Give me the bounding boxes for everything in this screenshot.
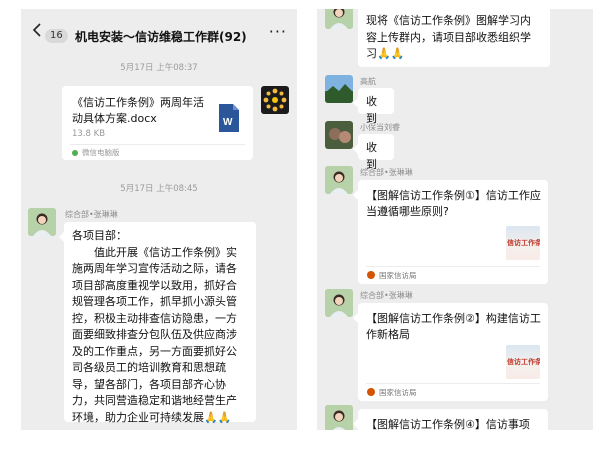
message-line: 司各级员工的培训教育和思想疏 xyxy=(72,361,226,374)
link-card[interactable]: 【图解信访工作条例②】构建信访工作新格局 信访工作条 国家信访局 xyxy=(353,303,548,401)
message-line: 规管理各项工作，抓早抓小源头管 xyxy=(72,295,237,308)
link-card[interactable]: 【图解信访工作条例④】信访事项 xyxy=(353,409,548,430)
message-bubble[interactable]: 各项目部： 值此开展《信访工作条例》实 施两周年学习宣传活动之际，请各 项目部高… xyxy=(59,222,256,424)
message-line: 现将《信访工作条例》图解学习内 xyxy=(366,14,531,27)
sender-name: 综合部•张琳琳 xyxy=(360,291,413,300)
message-line: 项目部高度重视学以致用，抓好合 xyxy=(72,278,237,292)
sender-name: 小保当刘睿 xyxy=(360,123,400,132)
word-file-icon: W xyxy=(219,104,239,132)
link-title: 【图解信访工作条例①】信访工作应当遵循哪些原则? xyxy=(366,189,541,218)
user-avatar-icon[interactable] xyxy=(325,166,353,194)
link-source: 国家信访局 xyxy=(379,271,417,280)
chat-panel-left: 16 机电安装～信访维稳工作群(92) ··· 5月17日 上午08:37 《信… xyxy=(21,9,297,430)
chat-title: 机电安装～信访维稳工作群(92) xyxy=(75,30,247,44)
divider xyxy=(366,383,540,384)
file-name: 《信访工作条例》两周年活动具体方案.docx xyxy=(72,96,204,125)
sender-name: 综合部•张琳琳 xyxy=(65,210,118,219)
group-avatar-icon[interactable] xyxy=(261,86,289,114)
message-line: 习🙏🙏 xyxy=(366,47,405,60)
user-avatar-icon[interactable] xyxy=(325,75,353,103)
message-line: 控，积极主动排查信访隐患，一方 xyxy=(72,311,237,325)
message-line: 值此开展《信访工作条例》实 xyxy=(72,245,237,259)
message-bubble[interactable]: 收到 xyxy=(353,88,394,125)
sender-name: 高航 xyxy=(360,77,376,86)
link-title: 【图解信访工作条例④】信访事项 xyxy=(366,418,530,430)
link-card[interactable]: 【图解信访工作条例①】信访工作应当遵循哪些原则? 信访工作条 国家信访局 xyxy=(353,180,548,284)
timestamp: 5月17日 上午08:45 xyxy=(120,184,198,194)
message-line: 施两周年学习宣传活动之际，请各 xyxy=(72,262,237,275)
divider xyxy=(70,144,245,145)
message-line: 力，共同营造稳定和谐地经营生产 xyxy=(72,394,237,407)
sender-name: 综合部•张琳琳 xyxy=(360,168,413,177)
user-avatar-icon[interactable] xyxy=(325,289,353,317)
svg-text:W: W xyxy=(223,117,233,128)
user-avatar-icon[interactable] xyxy=(28,208,56,236)
chat-panel-right: 现将《信访工作条例》图解学习内 容上传群内，请项目部收悉组织学 习🙏🙏 高航 收… xyxy=(317,9,593,430)
message-line: 导，望各部门，各项目部齐心协 xyxy=(72,377,226,391)
timestamp: 5月17日 上午08:37 xyxy=(120,63,198,73)
link-thumbnail: 信访工作条 xyxy=(506,345,540,379)
message-bubble[interactable]: 收到 xyxy=(353,134,394,171)
user-avatar-icon[interactable] xyxy=(325,121,353,149)
file-source: 微信电脑版 xyxy=(82,148,120,157)
unread-count-badge[interactable]: 16 xyxy=(45,29,68,43)
message-line: 各项目部： xyxy=(72,229,127,242)
gov-source-icon xyxy=(367,271,375,279)
link-title: 【图解信访工作条例②】构建信访工作新格局 xyxy=(366,312,541,341)
divider xyxy=(366,266,540,267)
file-size: 13.8 KB xyxy=(72,129,106,139)
message-line: 容上传群内，请项目部收悉组织学 xyxy=(366,30,531,44)
message-bubble[interactable]: 现将《信访工作条例》图解学习内 容上传群内，请项目部收悉组织学 习🙏🙏 xyxy=(358,9,550,67)
user-avatar-icon[interactable] xyxy=(325,9,353,29)
message-line: 环境，助力企业可持续发展🙏🙏 xyxy=(72,410,232,424)
gov-source-icon xyxy=(367,388,375,396)
chat-header: 16 机电安装～信访维稳工作群(92) ··· xyxy=(21,9,297,53)
message-text: 收到 xyxy=(366,95,377,125)
link-thumbnail: 信访工作条 xyxy=(506,226,540,260)
wechat-pc-icon xyxy=(72,150,78,156)
message-line: 及的工作重点，另一方面要抓好公 xyxy=(72,344,237,358)
link-source: 国家信访局 xyxy=(379,388,417,397)
message-line: 面要细致排查分包队伍及供应商涉 xyxy=(72,328,237,341)
more-icon[interactable]: ··· xyxy=(269,24,287,40)
user-avatar-icon[interactable] xyxy=(325,405,353,430)
